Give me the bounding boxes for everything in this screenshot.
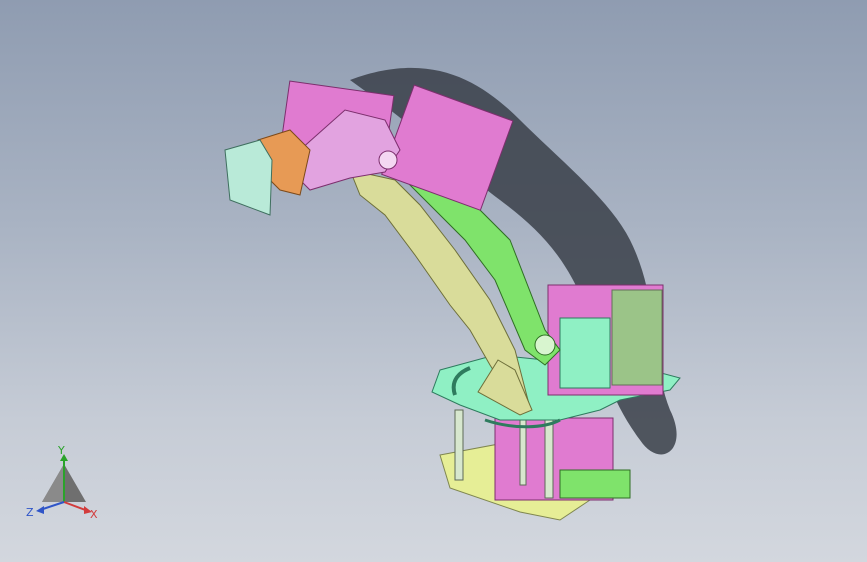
cad-graphics-viewport[interactable]: Y X Z xyxy=(0,0,867,562)
orientation-triad[interactable]: Y X Z xyxy=(22,446,112,526)
y-axis-label: Y xyxy=(57,446,65,457)
robot-arm-model[interactable] xyxy=(0,0,867,562)
elbow-pivot xyxy=(378,150,398,170)
shoulder-servo-bracket-green xyxy=(611,289,663,386)
z-axis-label: Z xyxy=(26,506,34,519)
gripper-mint-finger xyxy=(224,139,273,216)
base-servo-green-edge xyxy=(559,469,631,499)
z-axis xyxy=(36,501,65,514)
shoulder-pivot xyxy=(534,334,556,356)
x-axis xyxy=(63,501,92,514)
x-axis-label: X xyxy=(90,508,98,521)
shoulder-servo-bracket xyxy=(559,317,611,389)
